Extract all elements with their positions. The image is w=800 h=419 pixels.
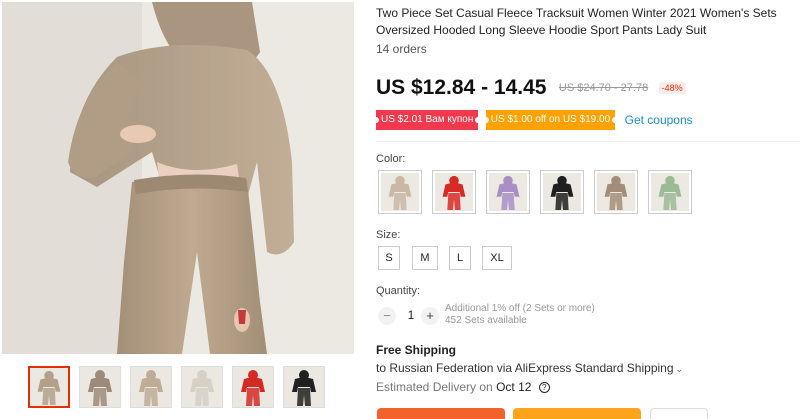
product-variant-illustration	[233, 367, 273, 407]
product-variant-illustration	[381, 173, 419, 211]
question-icon[interactable]: ?	[538, 382, 550, 394]
color-swatch-red[interactable]	[432, 170, 476, 214]
decrease-quantity-button[interactable]: −	[378, 307, 396, 325]
shipping-title: Free Shipping	[376, 343, 457, 357]
coupon-row: US $2.01 Вам купон US $1.00 off on US $1…	[372, 110, 693, 130]
main-product-image[interactable]	[2, 2, 354, 354]
product-variant-illustration	[131, 367, 171, 407]
color-swatch-taupe[interactable]	[594, 170, 638, 214]
add-to-cart-button[interactable]	[513, 408, 641, 419]
delivery-date: Oct 12	[496, 380, 532, 394]
product-variant-illustration	[543, 173, 581, 211]
product-title: Two Piece Set Casual Fleece Tracksuit Wo…	[376, 6, 777, 37]
quantity-label: Quantity:	[376, 285, 421, 297]
thumbnail-3[interactable]	[130, 366, 172, 408]
increase-quantity-button[interactable]: +	[421, 307, 439, 325]
color-swatch-beige[interactable]	[378, 170, 422, 214]
discount-badge: -48%	[658, 82, 686, 94]
size-option-xl[interactable]: XL	[482, 246, 512, 270]
original-price: US $24.70 - 27.78	[558, 82, 649, 94]
size-option-m[interactable]: M	[412, 246, 438, 270]
shipping-method-text: to Russian Federation via AliExpress Sta…	[376, 361, 674, 375]
coupon-store[interactable]: US $2.01 Вам купон	[372, 110, 482, 130]
product-variant-illustration	[30, 368, 68, 406]
orders-count: 14 orders	[376, 42, 427, 56]
thumbnail-2[interactable]	[79, 366, 121, 408]
product-variant-illustration	[597, 173, 635, 211]
size-option-l[interactable]: L	[449, 246, 471, 270]
product-variant-illustration	[651, 173, 689, 211]
shipping-method-selector[interactable]: to Russian Federation via AliExpress Sta…	[376, 361, 683, 375]
thumbnail-4[interactable]	[181, 366, 223, 408]
thumbnail-6[interactable]	[283, 366, 325, 408]
wishlist-button[interactable]	[650, 408, 708, 419]
get-coupons-link[interactable]: Get coupons	[625, 110, 693, 130]
quantity-info: Additional 1% off (2 Sets or more) 452 S…	[445, 303, 595, 327]
product-variant-illustration	[435, 173, 473, 211]
stock-available: 452 Sets available	[445, 315, 527, 326]
divider	[376, 141, 800, 142]
buy-now-button[interactable]	[377, 408, 505, 419]
color-label: Color:	[376, 153, 406, 165]
color-swatch-lilac[interactable]	[486, 170, 530, 214]
quantity-value[interactable]: 1	[402, 308, 420, 322]
estimated-delivery: Estimated Delivery on Oct 12 ?	[376, 380, 550, 394]
product-variant-illustration	[182, 367, 222, 407]
chevron-down-icon: ⌄	[675, 364, 684, 374]
current-price: US $12.84 - 14.45	[376, 76, 547, 99]
thumbnail-1[interactable]	[28, 366, 70, 408]
size-option-s[interactable]: S	[378, 246, 400, 270]
bulk-discount-note: Additional 1% off (2 Sets or more)	[445, 303, 595, 314]
color-swatch-sage-green[interactable]	[648, 170, 692, 214]
product-variant-illustration	[284, 367, 324, 407]
product-variant-illustration	[80, 367, 120, 407]
product-photo-illustration	[2, 2, 354, 354]
coupon-select[interactable]: US $1.00 off on US $19.00	[482, 110, 619, 130]
price-row: US $12.84 - 14.45 US $24.70 - 27.78 -48%	[376, 76, 686, 104]
delivery-prefix: Estimated Delivery on	[376, 380, 493, 394]
size-label: Size:	[376, 229, 401, 241]
product-variant-illustration	[489, 173, 527, 211]
thumbnail-5[interactable]	[232, 366, 274, 408]
color-swatch-black[interactable]	[540, 170, 584, 214]
